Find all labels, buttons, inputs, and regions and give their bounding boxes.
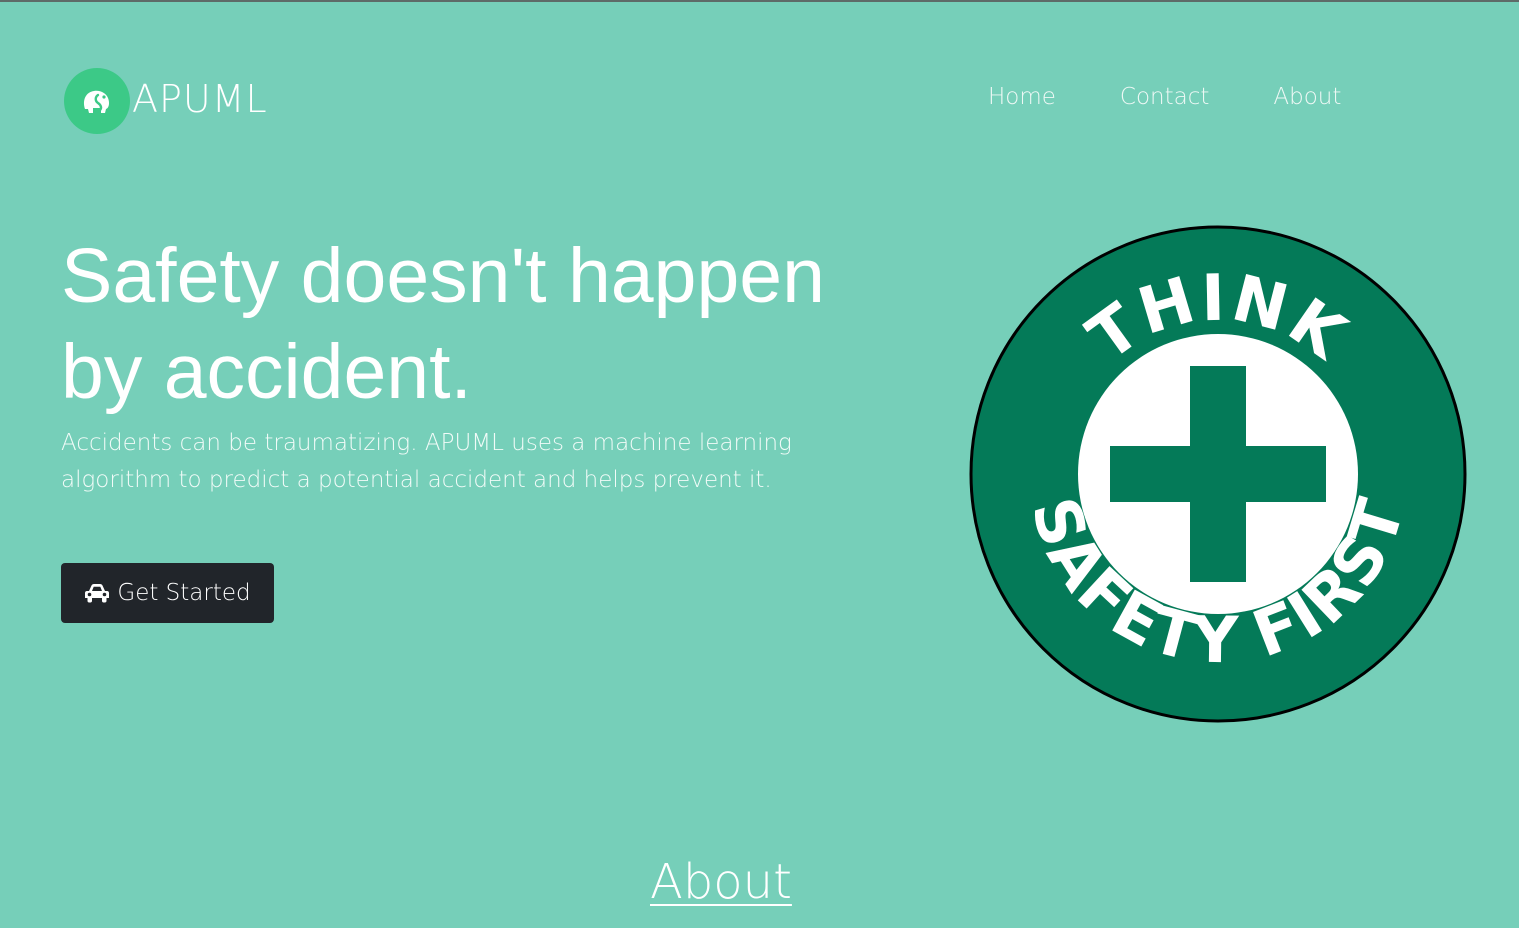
get-started-button[interactable]: Get Started	[61, 563, 274, 623]
brand[interactable]: APUML	[64, 68, 268, 134]
hero-lead: Accidents can be traumatizing. APUML use…	[61, 430, 792, 493]
main-nav: Home Contact About	[988, 84, 1405, 110]
nav-item-contact[interactable]: Contact	[1120, 84, 1209, 110]
nav-item-about[interactable]: About	[1273, 84, 1341, 110]
brand-name: APUML	[132, 77, 268, 121]
car-icon	[84, 583, 110, 603]
elephant-icon	[64, 68, 130, 134]
about-section-title: About	[650, 854, 792, 910]
safety-first-badge: THINK SAFETY FIRST	[969, 225, 1467, 723]
nav-item-home[interactable]: Home	[988, 84, 1056, 110]
top-border	[0, 0, 1519, 2]
hero-headline: Safety doesn't happen by accident.	[61, 233, 825, 415]
get-started-label: Get Started	[117, 580, 251, 606]
